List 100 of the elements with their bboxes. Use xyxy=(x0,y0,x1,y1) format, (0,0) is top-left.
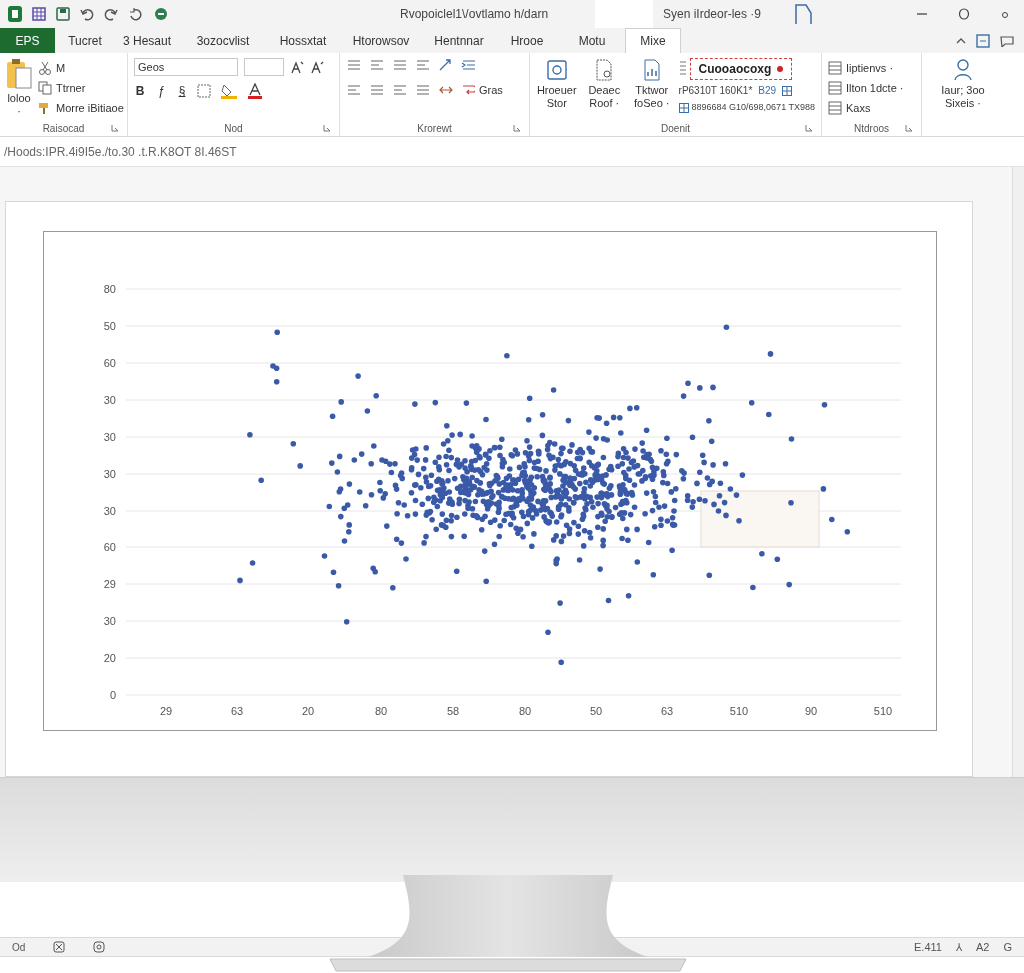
style-label: B29 xyxy=(758,84,777,98)
copy-icon xyxy=(38,81,52,95)
ribbon-tab[interactable]: Tucret xyxy=(55,28,115,53)
undo-icon[interactable] xyxy=(80,7,94,21)
font-size-field[interactable] xyxy=(244,58,284,76)
status-text: G xyxy=(1003,939,1012,955)
ribbon-tab[interactable]: Htorowsov xyxy=(339,28,423,53)
status-text: Od xyxy=(12,940,26,955)
list-icon xyxy=(678,60,687,78)
status-text: A2 xyxy=(975,939,990,955)
dialog-launcher-icon[interactable] xyxy=(513,124,521,132)
axis-label: 510 xyxy=(728,705,750,717)
axis-label: 58 xyxy=(445,705,461,717)
fill-color-icon[interactable] xyxy=(220,83,238,99)
axis-label: 63 xyxy=(659,705,675,717)
font-name-field[interactable]: Geos xyxy=(134,58,238,76)
ribbon-button[interactable]: Ttrner xyxy=(38,78,124,98)
grid-icon[interactable] xyxy=(678,102,689,113)
ribbon-button[interactable]: Gras xyxy=(461,80,503,100)
format-button[interactable]: B xyxy=(134,82,146,100)
ribbon-tab[interactable]: Hossxtat xyxy=(267,28,339,53)
grid-icon[interactable] xyxy=(32,7,46,21)
group-label: Nod xyxy=(224,121,243,136)
scrollbar[interactable] xyxy=(1012,167,1024,777)
axis-label: 29 xyxy=(102,578,116,590)
format-button[interactable]: ƒ xyxy=(155,82,167,100)
indent-icon[interactable] xyxy=(461,58,477,72)
person-icon xyxy=(952,58,974,82)
font-color-icon[interactable] xyxy=(247,83,263,99)
format-button[interactable]: § xyxy=(176,82,188,100)
status-text: ⅄ xyxy=(955,939,962,955)
ribbon-button[interactable]: Iiptienvs · xyxy=(828,58,904,78)
dialog-launcher-icon[interactable] xyxy=(905,124,913,132)
axis-label: 29 xyxy=(158,705,174,717)
axis-label: 30 xyxy=(102,468,116,480)
window-title: Rvopoiclel1\/ovtlamo h/darn xyxy=(400,6,550,23)
formula-text: /Hoods:IPR.4i9I5e./to.30 .t.R.K8OT 8I.46ST xyxy=(4,143,237,161)
style-name: Cuooaocoxg xyxy=(698,61,772,78)
table-rows-icon xyxy=(828,81,842,95)
grid-icon[interactable] xyxy=(782,85,793,96)
axis-label: 0 xyxy=(108,689,116,701)
axis-label: 30 xyxy=(102,394,116,406)
ribbon-button[interactable]: Hroeuer Stor xyxy=(536,58,578,120)
axis-label: 50 xyxy=(102,320,116,332)
cell-style-tile[interactable]: Cuooaocoxg xyxy=(689,58,793,80)
collapse-icon[interactable] xyxy=(956,36,966,45)
dialog-launcher-icon[interactable] xyxy=(111,124,119,132)
group-label: Raisocad xyxy=(42,121,85,136)
search-field[interactable]: Syen iIrdeor-les ·9 xyxy=(653,5,793,23)
ribbon-button[interactable]: Deaec Roof · xyxy=(583,58,626,120)
axis-label: 80 xyxy=(102,283,116,295)
restore-icon[interactable] xyxy=(958,8,970,20)
view-icon[interactable] xyxy=(93,941,106,953)
wrap-text-icon xyxy=(461,83,475,97)
ribbon-tab[interactable]: EPS xyxy=(0,28,55,53)
comment-icon[interactable] xyxy=(1000,34,1014,47)
scissors-icon xyxy=(38,61,52,75)
shrink-font-icon[interactable] xyxy=(310,60,324,74)
group-label: Krorewt xyxy=(417,121,452,136)
axis-label: 510 xyxy=(872,705,894,717)
axis-label: 20 xyxy=(102,652,116,664)
ribbon-tab[interactable]: 3ozocvlist xyxy=(179,28,267,53)
ribbon-button[interactable]: Ilton 1dcte · xyxy=(828,78,904,98)
dialog-launcher-icon[interactable] xyxy=(805,124,813,132)
flag-icon[interactable] xyxy=(793,3,813,25)
save-icon[interactable] xyxy=(56,7,70,21)
ribbon-button[interactable]: Iaur; 3oo Sixeis · xyxy=(933,58,993,110)
orientation-icon[interactable] xyxy=(438,58,454,72)
ribbon-button[interactable]: loloo · xyxy=(6,58,32,120)
ribbon-button[interactable]: M xyxy=(38,58,124,78)
table-rows-icon xyxy=(828,101,842,115)
axis-label: 90 xyxy=(803,705,819,717)
ribbon-tab[interactable]: Motu xyxy=(559,28,625,53)
group-label: Ntdroos xyxy=(854,121,889,136)
ribbon-tab[interactable]: 3 Hesaut xyxy=(115,28,179,53)
axis-label: 60 xyxy=(102,541,116,553)
customize-icon[interactable] xyxy=(154,7,168,21)
ribbon-tab[interactable]: Hentnnar xyxy=(423,28,495,53)
axis-label: 20 xyxy=(300,705,316,717)
axis-label: 30 xyxy=(102,615,116,627)
ribbon-tab[interactable]: Mixe xyxy=(625,28,681,53)
ribbon-tab[interactable]: Hrooe xyxy=(495,28,559,53)
table-rows-icon xyxy=(828,61,842,75)
status-text: E.411 xyxy=(914,939,942,955)
dialog-launcher-icon[interactable] xyxy=(323,124,331,132)
dot-icon xyxy=(777,66,784,72)
ribbon-button[interactable]: Morre iBitiaoe xyxy=(38,98,124,118)
ribbon-button[interactable]: Tktwor foSeo · xyxy=(631,58,673,120)
style-label: 8896684 G10/698,0671 TX988 xyxy=(691,101,815,114)
axis-label: 80 xyxy=(373,705,389,717)
axis-label: 50 xyxy=(588,705,604,717)
redo-icon[interactable] xyxy=(104,7,118,21)
view-icon[interactable] xyxy=(53,941,66,953)
refresh-icon[interactable] xyxy=(128,7,144,21)
share-icon[interactable] xyxy=(976,33,990,48)
axis-label: 63 xyxy=(229,705,245,717)
ribbon-button[interactable]: Kaxs xyxy=(828,98,904,118)
axis-label: 30 xyxy=(102,431,116,443)
clipboard-icon xyxy=(6,58,32,90)
grow-font-icon[interactable] xyxy=(290,60,304,74)
